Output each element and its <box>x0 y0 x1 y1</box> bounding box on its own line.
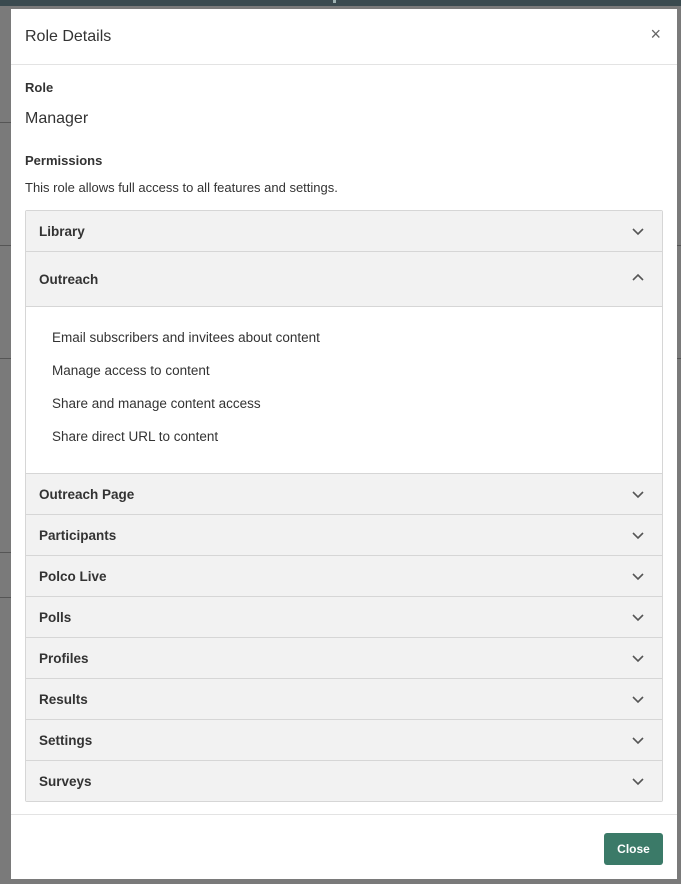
accordion-title: Surveys <box>39 774 92 789</box>
role-details-modal: Role Details × Role Manager Permissions … <box>11 9 677 879</box>
permission-item: Manage access to content <box>52 363 210 378</box>
chevron-down-icon <box>632 696 644 704</box>
accordion-header-settings[interactable]: Settings <box>26 720 662 760</box>
accordion-title: Results <box>39 692 88 707</box>
accordion-item-polco-live: Polco Live <box>26 556 662 597</box>
accordion-title: Polls <box>39 610 72 625</box>
role-value: Manager <box>25 110 89 127</box>
close-icon[interactable]: × <box>650 25 661 43</box>
background-divider <box>677 245 681 246</box>
accordion-title: Profiles <box>39 651 89 666</box>
background-top-bar <box>0 0 681 6</box>
background-top-notch <box>333 0 336 3</box>
background-divider <box>677 358 681 359</box>
accordion-item-settings: Settings <box>26 720 662 761</box>
accordion-item-outreach: Outreach Email subscribers and invitees … <box>26 252 662 474</box>
accordion-header-polco-live[interactable]: Polco Live <box>26 556 662 596</box>
chevron-down-icon <box>632 655 644 663</box>
accordion-header-outreach-page[interactable]: Outreach Page <box>26 474 662 514</box>
permission-item: Share direct URL to content <box>52 429 219 444</box>
permissions-label: Permissions <box>25 153 103 168</box>
chevron-down-icon <box>632 532 644 540</box>
accordion-item-results: Results <box>26 679 662 720</box>
accordion-header-participants[interactable]: Participants <box>26 515 662 555</box>
chevron-down-icon <box>632 573 644 581</box>
chevron-down-icon <box>632 614 644 622</box>
background-divider <box>0 552 11 553</box>
accordion-item-profiles: Profiles <box>26 638 662 679</box>
chevron-down-icon <box>632 737 644 745</box>
role-label: Role <box>25 80 54 95</box>
permission-item: Email subscribers and invitees about con… <box>52 330 320 345</box>
accordion-item-polls: Polls <box>26 597 662 638</box>
accordion-title: Outreach Page <box>39 487 135 502</box>
chevron-down-icon <box>632 778 644 786</box>
permissions-description: This role allows full access to all feat… <box>25 180 338 195</box>
accordion-title: Participants <box>39 528 117 543</box>
accordion-title: Polco Live <box>39 569 107 584</box>
accordion-header-results[interactable]: Results <box>26 679 662 719</box>
accordion-item-surveys: Surveys <box>26 761 662 801</box>
accordion-header-surveys[interactable]: Surveys <box>26 761 662 801</box>
background-divider <box>0 597 11 598</box>
chevron-down-icon <box>632 491 644 499</box>
accordion-header-outreach[interactable]: Outreach <box>26 252 662 306</box>
accordion-title: Settings <box>39 733 93 748</box>
modal-footer: Close <box>11 814 677 880</box>
accordion-header-profiles[interactable]: Profiles <box>26 638 662 678</box>
background-divider <box>0 122 11 123</box>
chevron-up-icon <box>632 273 644 281</box>
accordion-item-outreach-page: Outreach Page <box>26 474 662 515</box>
permissions-accordion: Library Outreach Email subscribers and i… <box>25 210 663 802</box>
background-divider <box>0 358 11 359</box>
accordion-item-library: Library <box>26 211 662 252</box>
accordion-title: Library <box>39 224 85 239</box>
chevron-down-icon <box>632 228 644 236</box>
close-button[interactable]: Close <box>604 833 663 865</box>
modal-title: Role Details <box>25 28 112 45</box>
background-divider <box>0 245 11 246</box>
accordion-header-library[interactable]: Library <box>26 211 662 251</box>
permission-item: Share and manage content access <box>52 396 261 411</box>
accordion-header-polls[interactable]: Polls <box>26 597 662 637</box>
modal-header: Role Details × <box>11 9 677 65</box>
accordion-title: Outreach <box>39 272 99 287</box>
accordion-body-outreach: Email subscribers and invitees about con… <box>26 306 662 473</box>
accordion-item-participants: Participants <box>26 515 662 556</box>
